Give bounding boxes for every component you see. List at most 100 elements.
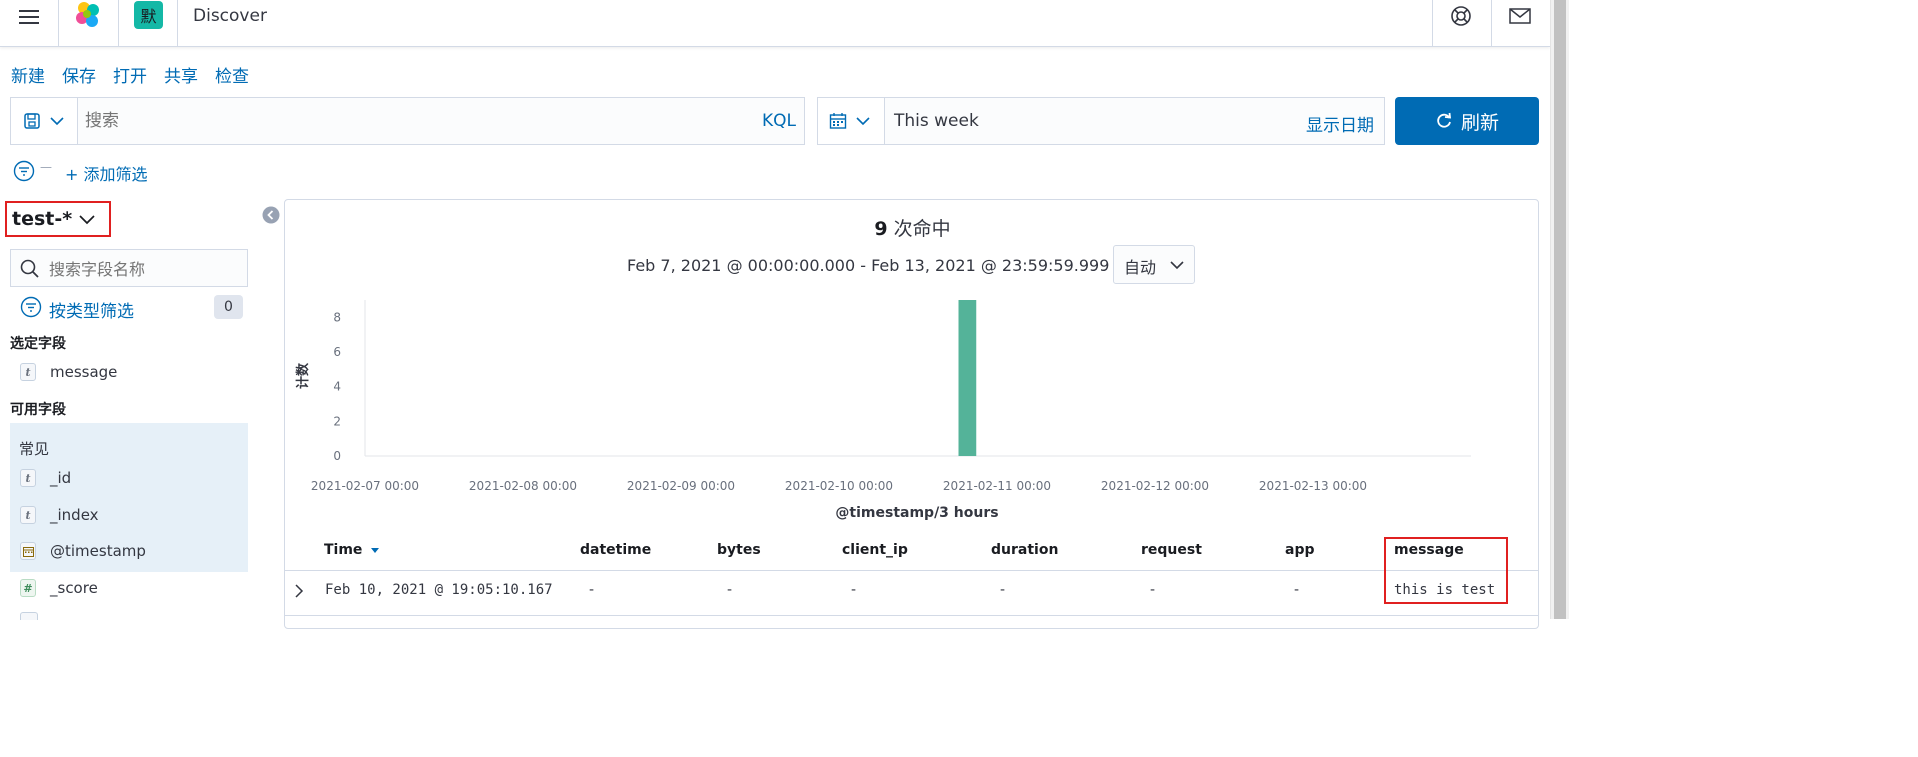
field-name: _id bbox=[50, 469, 72, 487]
search-icon bbox=[20, 259, 39, 278]
y-axis-label: 计数 bbox=[295, 362, 311, 389]
interval-value: 自动 bbox=[1124, 258, 1157, 277]
chevron-down-icon bbox=[50, 117, 64, 126]
hits-count: 9 bbox=[874, 218, 888, 240]
scrollbar-thumb[interactable] bbox=[1554, 0, 1566, 619]
x-tick-label: 2021-02-08 00:00 bbox=[469, 479, 577, 493]
x-tick-label: 2021-02-12 00:00 bbox=[1101, 479, 1209, 493]
field-name: _score bbox=[50, 579, 98, 597]
mail-icon[interactable] bbox=[1509, 7, 1531, 25]
column-header-bytes[interactable]: bytes bbox=[717, 542, 761, 558]
header-divider bbox=[1491, 0, 1492, 46]
time-range-text: Feb 7, 2021 @ 00:00:00.000 - Feb 13, 202… bbox=[627, 256, 1110, 275]
field-name: _index bbox=[50, 506, 99, 524]
column-header-duration[interactable]: duration bbox=[991, 542, 1058, 558]
field-item-partial bbox=[20, 612, 38, 620]
field-item[interactable]: t _index bbox=[20, 506, 99, 524]
kql-button[interactable]: KQL bbox=[762, 111, 796, 131]
x-tick-label: 2021-02-09 00:00 bbox=[627, 479, 735, 493]
y-tick-label: 2 bbox=[333, 414, 341, 428]
save-link[interactable]: 保存 bbox=[62, 67, 96, 87]
refresh-icon bbox=[1437, 112, 1452, 128]
field-item[interactable]: @timestamp bbox=[20, 542, 146, 560]
column-header-message[interactable]: message bbox=[1394, 542, 1464, 558]
collapse-sidebar-icon[interactable] bbox=[262, 206, 280, 224]
calendar-icon bbox=[22, 546, 34, 557]
field-name: message bbox=[50, 363, 118, 381]
refresh-button[interactable]: 刷新 bbox=[1395, 97, 1539, 145]
chevron-down-icon bbox=[1170, 261, 1184, 270]
x-tick-label: 2021-02-11 00:00 bbox=[943, 479, 1051, 493]
cell-bytes: - bbox=[727, 582, 733, 598]
time-range-value[interactable]: This week bbox=[894, 111, 979, 131]
sort-down-icon[interactable] bbox=[370, 546, 380, 554]
number-type-icon: # bbox=[20, 579, 36, 597]
y-tick-label: 8 bbox=[333, 310, 341, 324]
y-tick-label: 0 bbox=[333, 449, 341, 463]
y-axis-title: 计数 bbox=[295, 362, 311, 389]
filter-icon[interactable] bbox=[13, 160, 35, 182]
y-tick-label: 6 bbox=[333, 345, 341, 359]
show-dates-button[interactable]: 显示日期 bbox=[1306, 111, 1374, 136]
open-link[interactable]: 打开 bbox=[113, 67, 147, 87]
field-search-input[interactable] bbox=[47, 256, 241, 282]
inspect-link[interactable]: 检查 bbox=[215, 67, 249, 87]
x-axis-label: @timestamp/3 hours bbox=[835, 505, 998, 521]
column-header-time[interactable]: Time bbox=[324, 542, 380, 558]
cell-datetime: - bbox=[589, 582, 595, 598]
quick-select-button[interactable] bbox=[818, 98, 885, 144]
page-scrollbar[interactable] bbox=[1550, 0, 1569, 619]
chevron-down-icon bbox=[856, 117, 870, 126]
field-item[interactable]: # _score bbox=[20, 579, 98, 597]
add-filter-button[interactable]: + 添加筛选 bbox=[65, 161, 148, 185]
time-picker: This week 显示日期 bbox=[817, 97, 1385, 145]
column-header-label: Time bbox=[324, 542, 363, 558]
top-header: 默 Discover bbox=[0, 0, 1550, 47]
space-badge[interactable]: 默 bbox=[134, 1, 163, 29]
search-input[interactable] bbox=[83, 106, 687, 136]
cell-time: Feb 10, 2021 @ 19:05:10.167 bbox=[325, 582, 553, 598]
hits-label: 次命中 bbox=[893, 218, 951, 240]
cell-request: - bbox=[1150, 582, 1156, 598]
header-divider bbox=[177, 0, 178, 46]
save-icon bbox=[24, 113, 40, 129]
column-header-app[interactable]: app bbox=[1285, 542, 1315, 558]
field-item[interactable]: t _id bbox=[20, 469, 71, 487]
column-header-request[interactable]: request bbox=[1141, 542, 1202, 558]
top-nav: 新建 保存 打开 共享 检查 bbox=[11, 62, 266, 87]
histogram-chart: 计数 0 2 4 6 8 2021-02-07 00:00 2021-02-08 00:0… bbox=[295, 300, 1471, 521]
column-header-client-ip[interactable]: client_ip bbox=[842, 542, 908, 558]
share-link[interactable]: 共享 bbox=[164, 67, 198, 87]
histogram-bar[interactable] bbox=[958, 300, 977, 456]
x-tick-label: 2021-02-07 00:00 bbox=[311, 479, 419, 493]
refresh-label: 刷新 bbox=[1460, 111, 1499, 134]
expand-row-icon[interactable] bbox=[294, 584, 304, 598]
cell-message: this is test bbox=[1394, 582, 1496, 598]
index-pattern-selector[interactable]: test-* bbox=[5, 201, 111, 237]
saved-query-button[interactable] bbox=[11, 98, 78, 144]
available-fields-title: 可用字段 bbox=[10, 402, 66, 418]
filter-by-type-button[interactable]: 按类型筛选 bbox=[49, 297, 134, 322]
cell-duration: - bbox=[1000, 582, 1006, 598]
column-header-datetime[interactable]: datetime bbox=[580, 542, 651, 558]
cell-client-ip: - bbox=[851, 582, 857, 598]
y-tick-label: 4 bbox=[333, 380, 341, 394]
index-pattern-name: test-* bbox=[12, 208, 73, 230]
field-name: @timestamp bbox=[50, 542, 146, 560]
x-tick-label: 2021-02-13 00:00 bbox=[1259, 479, 1367, 493]
string-type-icon: t bbox=[20, 363, 36, 381]
hits-count-line: 9 次命中 bbox=[285, 214, 1540, 241]
help-icon[interactable] bbox=[1450, 5, 1472, 27]
query-bar: KQL bbox=[10, 97, 805, 145]
field-item[interactable]: t message bbox=[20, 363, 117, 381]
field-search-box bbox=[10, 249, 248, 287]
menu-icon[interactable] bbox=[19, 6, 39, 28]
new-link[interactable]: 新建 bbox=[11, 67, 45, 87]
popular-fields-title: 常见 bbox=[19, 440, 50, 458]
elastic-logo[interactable] bbox=[72, 0, 104, 32]
filter-type-icon bbox=[20, 296, 42, 318]
chevron-down-icon bbox=[79, 215, 95, 225]
header-divider bbox=[58, 0, 59, 46]
interval-select[interactable]: 自动 bbox=[1113, 245, 1195, 284]
calendar-icon bbox=[829, 113, 847, 129]
